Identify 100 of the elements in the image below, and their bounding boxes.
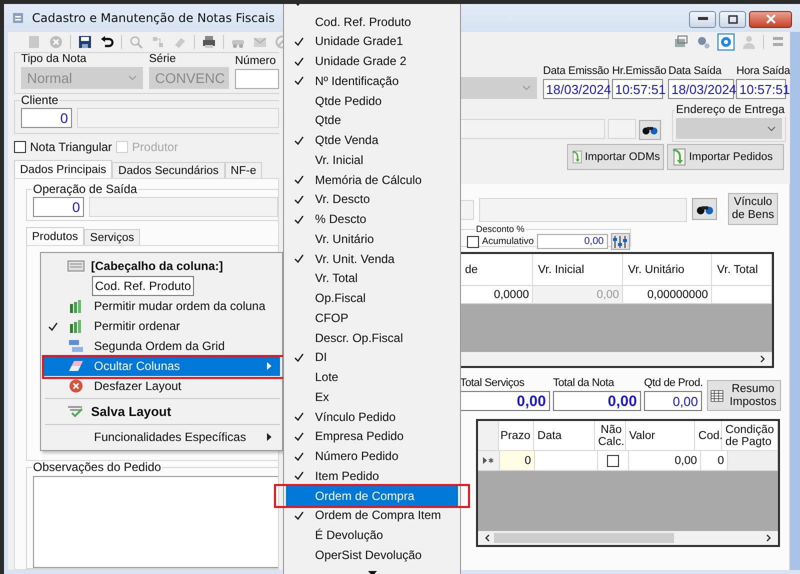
- total-field: 0,00: [553, 391, 641, 411]
- minimize-button[interactable]: [689, 10, 716, 28]
- menu-item[interactable]: Funcionalidades Específicas: [43, 427, 280, 447]
- field-label: Tipo da Nota: [21, 53, 88, 66]
- menu-item[interactable]: Unidade Grade1: [286, 32, 458, 52]
- menu-item[interactable]: Salva Layout: [43, 401, 280, 422]
- binoculars-button[interactable]: [639, 120, 661, 140]
- menu-item[interactable]: Qtde Venda: [286, 130, 458, 150]
- menu-item[interactable]: Permitir ordenar: [43, 316, 280, 336]
- menu-item[interactable]: Número Pedido: [286, 446, 458, 466]
- menu-item[interactable]: Ordem de Compra: [286, 486, 458, 506]
- operation-name-field[interactable]: [479, 198, 687, 222]
- client-code-field[interactable]: 0: [21, 108, 72, 128]
- tab[interactable]: Dados Principais: [14, 160, 112, 178]
- table-cell: 0: [500, 451, 535, 471]
- close-button[interactable]: [749, 10, 792, 28]
- discount-field[interactable]: 0,00: [537, 234, 608, 249]
- menu-item[interactable]: Vr. Unit. Venda: [286, 248, 458, 268]
- scrollbar[interactable]: [460, 352, 772, 366]
- menu-item[interactable]: Unidade Grade 2: [286, 51, 458, 71]
- binoculars-icon: [642, 124, 658, 136]
- scroll-right-icon[interactable]: [760, 355, 766, 363]
- binoculars-button[interactable]: [692, 198, 717, 220]
- menu-item[interactable]: Desfazer Layout: [43, 376, 280, 396]
- input-field[interactable]: 18/03/2024: [543, 79, 610, 99]
- operation-name-field[interactable]: [89, 197, 278, 217]
- client-name-field[interactable]: [460, 119, 605, 139]
- menu-item[interactable]: CFOP: [286, 308, 458, 328]
- menu-item[interactable]: Empresa Pedido: [286, 426, 458, 446]
- menu-item[interactable]: Vr. Unitário: [286, 229, 458, 249]
- column-name-field[interactable]: Cod. Ref. Produto: [92, 276, 194, 296]
- total-field: 0,00: [644, 391, 702, 411]
- tab[interactable]: NF-e: [224, 162, 262, 178]
- menu-item[interactable]: Ordem de Compra Item: [286, 506, 458, 526]
- edit-icon[interactable]: [26, 34, 42, 50]
- menu-item[interactable]: Qtde: [286, 110, 458, 130]
- client-name-field[interactable]: [77, 108, 279, 128]
- stack-icon: [68, 339, 84, 353]
- tab[interactable]: Produtos: [26, 227, 84, 245]
- menu-item[interactable]: Cod. Ref. Produto: [286, 12, 458, 32]
- operation-code-field[interactable]: [460, 200, 474, 220]
- input-field[interactable]: [608, 119, 636, 139]
- tab[interactable]: Dados Secundários: [112, 162, 225, 178]
- menu-item[interactable]: Ex: [286, 387, 458, 407]
- import-button[interactable]: Importar Pedidos: [667, 144, 784, 170]
- cancel-icon[interactable]: [48, 34, 64, 50]
- menu-item[interactable]: DI: [286, 348, 458, 368]
- notes-text-area[interactable]: [33, 476, 278, 568]
- table-cell: [728, 451, 778, 471]
- scrollbar[interactable]: [478, 531, 778, 545]
- tab[interactable]: Serviços: [84, 229, 140, 245]
- menu-item[interactable]: Permitir mudar ordem da coluna: [43, 296, 280, 316]
- chat-icon[interactable]: [717, 33, 735, 51]
- menu-item[interactable]: Item Pedido: [286, 466, 458, 486]
- menu-item[interactable]: Vínculo Pedido: [286, 406, 458, 426]
- search-icon[interactable]: [128, 34, 144, 50]
- field-label: Hr.Emissão: [612, 65, 666, 78]
- total-field: 0,00: [460, 391, 550, 411]
- save-layout-icon: [67, 406, 85, 418]
- undo-icon[interactable]: [99, 34, 115, 50]
- menu-item[interactable]: Vr. Descto: [286, 190, 458, 210]
- sliders-button[interactable]: [610, 233, 630, 250]
- checkbox[interactable]: [607, 454, 619, 466]
- field-label: Hora Saída: [736, 65, 790, 78]
- operation-code-field[interactable]: 0: [33, 197, 84, 217]
- menu-item[interactable]: % Descto: [286, 209, 458, 229]
- table-cell: 0,00: [533, 286, 623, 304]
- menu-item[interactable]: É Devolução: [286, 525, 458, 545]
- group-label: Desconto %: [475, 225, 526, 234]
- tree-icon[interactable]: [150, 34, 166, 50]
- printer-icon[interactable]: [201, 34, 217, 50]
- import-button[interactable]: Importar ODMs: [567, 144, 664, 170]
- menu-item[interactable]: Lote: [286, 367, 458, 387]
- menu-item[interactable]: Qtde Pedido: [286, 90, 458, 110]
- menu-item[interactable]: Vr. Total: [286, 268, 458, 288]
- settings-icon[interactable]: [695, 34, 711, 50]
- menu-item[interactable]: [Cabeçalho da coluna:]: [43, 256, 280, 276]
- menu-item[interactable]: OperSist Devolução: [286, 545, 458, 565]
- menu-item[interactable]: Memória de Cálculo: [286, 170, 458, 190]
- menu-item[interactable]: Segunda Ordem da Grid: [43, 336, 280, 356]
- maximize-button[interactable]: [719, 10, 746, 28]
- vinculo-button[interactable]: Vínculo de Bens: [728, 193, 778, 225]
- checkbox[interactable]: Nota Triangular: [14, 140, 112, 154]
- group-label: Operação de Saída: [32, 183, 138, 196]
- resumo-button[interactable]: Resumo Impostos: [707, 380, 781, 411]
- menu-item[interactable]: Ocultar Colunas: [43, 356, 280, 376]
- menu-item[interactable]: Vr. Inicial: [286, 150, 458, 170]
- window-stack-icon[interactable]: [673, 34, 689, 50]
- bars-icon: [69, 300, 83, 312]
- scroll-left-icon[interactable]: [484, 534, 490, 542]
- checkbox[interactable]: Acumulativo: [467, 236, 534, 248]
- user-icon[interactable]: [741, 34, 757, 50]
- menu-item[interactable]: Nº Identificação: [286, 71, 458, 91]
- input-field[interactable]: 18/03/2024: [668, 79, 734, 99]
- menu-item[interactable]: Descr. Op.Fiscal: [286, 328, 458, 348]
- save-icon[interactable]: [77, 34, 93, 50]
- scroll-right-icon[interactable]: [766, 534, 772, 542]
- input-field[interactable]: 10:57:51: [612, 79, 664, 99]
- input-field[interactable]: [235, 69, 279, 89]
- menu-item[interactable]: Op.Fiscal: [286, 288, 458, 308]
